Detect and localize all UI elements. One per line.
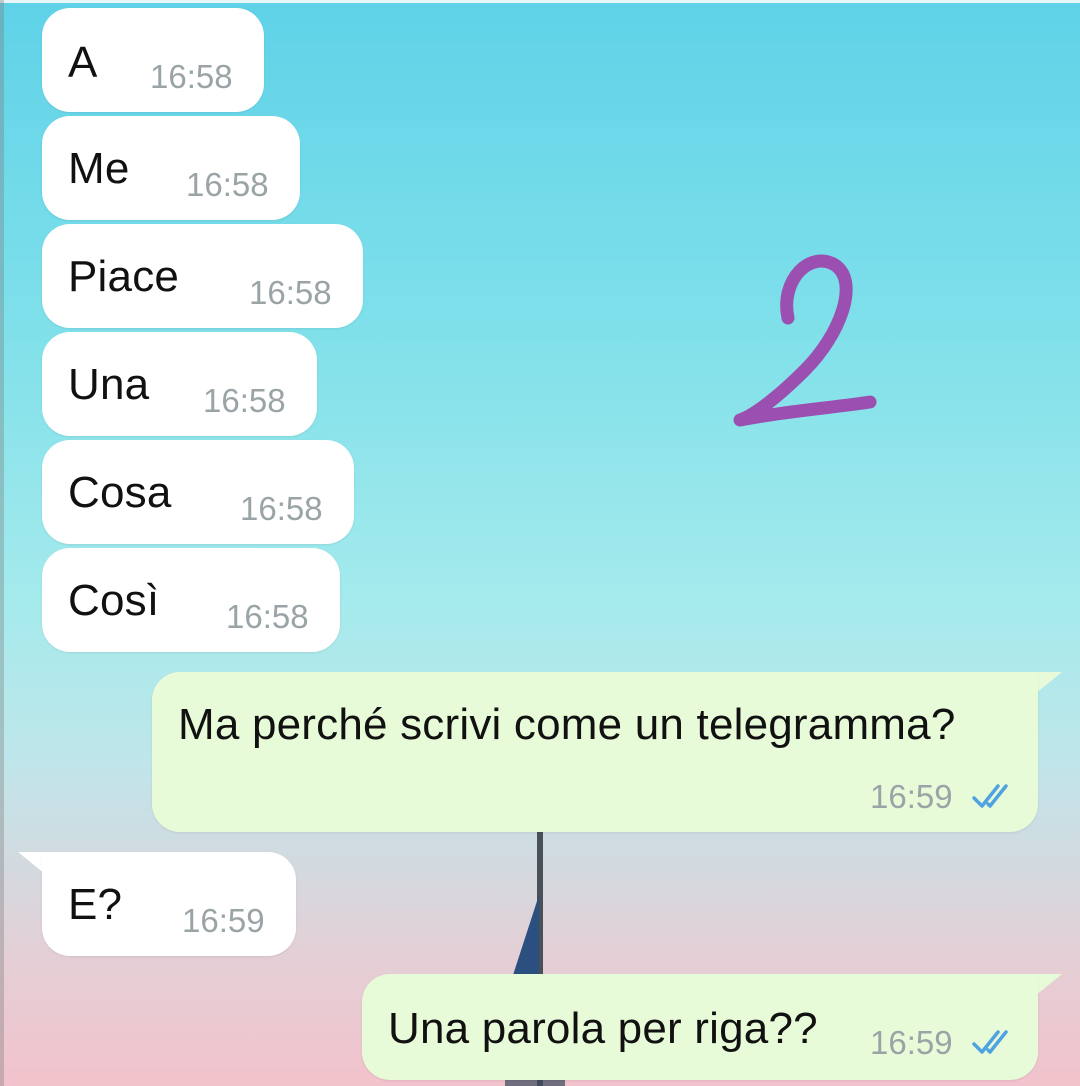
message-bubble-incoming[interactable]: A 16:58 <box>42 8 264 112</box>
message-text: Piace <box>68 252 180 301</box>
message-time: 16:58 <box>186 166 269 203</box>
message-text: A <box>68 38 98 87</box>
message-bubble-outgoing[interactable]: Ma perché scrivi come un telegramma? 16:… <box>152 672 1038 832</box>
message-time: 16:59 <box>182 902 265 939</box>
message-time: 16:59 <box>870 1024 953 1061</box>
message-time: 16:58 <box>249 274 332 311</box>
message-bubble-outgoing[interactable]: Una parola per riga?? 16:59 <box>362 974 1038 1080</box>
message-time: 16:59 <box>870 778 953 815</box>
message-time: 16:58 <box>150 58 233 95</box>
message-text: E? <box>68 880 123 929</box>
top-border <box>0 0 1080 3</box>
double-check-icon <box>972 784 1008 808</box>
message-time: 16:58 <box>226 598 309 635</box>
message-text: Così <box>68 576 160 625</box>
double-check-icon <box>972 1030 1008 1054</box>
message-bubble-incoming[interactable]: Una 16:58 <box>42 332 317 436</box>
message-text: Ma perché scrivi come un telegramma? <box>178 700 956 749</box>
handwritten-number-annotation <box>733 254 877 427</box>
message-text: Cosa <box>68 468 172 517</box>
message-bubble-incoming[interactable]: Così 16:58 <box>42 548 340 652</box>
message-time: 16:58 <box>203 382 286 419</box>
message-text: Una <box>68 360 150 409</box>
left-edge <box>0 0 4 1086</box>
message-bubble-incoming[interactable]: E? 16:59 <box>42 852 296 956</box>
message-bubble-incoming[interactable]: Me 16:58 <box>42 116 300 220</box>
message-time: 16:58 <box>240 490 323 527</box>
message-text: Me <box>68 144 130 193</box>
wallpaper-sail <box>513 895 539 975</box>
message-text: Una parola per riga?? <box>388 1004 818 1053</box>
message-bubble-incoming[interactable]: Piace 16:58 <box>42 224 363 328</box>
message-bubble-incoming[interactable]: Cosa 16:58 <box>42 440 354 544</box>
